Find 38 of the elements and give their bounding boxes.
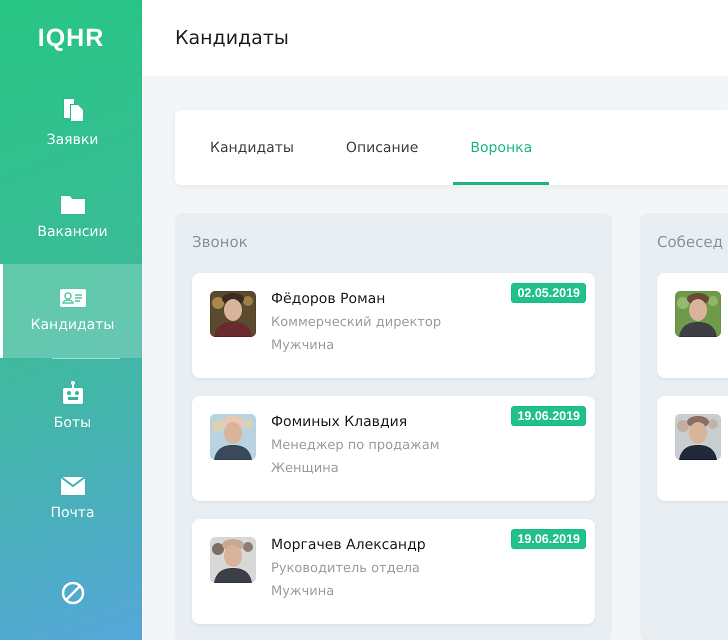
- candidate-position: Коммерческий директор: [271, 315, 442, 330]
- candidate-gender: Женщина: [271, 461, 339, 476]
- documents-icon: [62, 98, 84, 122]
- sidebar-item[interactable]: Вакансии: [0, 170, 142, 264]
- candidate-name: Моргачев Александр: [271, 537, 426, 553]
- sidebar-item[interactable]: Боты: [0, 358, 142, 452]
- candidate-position: Руководитель отдела: [271, 561, 420, 576]
- sidebar-item[interactable]: Заявки: [0, 76, 142, 170]
- sidebar-item[interactable]: Кандидаты: [0, 264, 142, 358]
- sidebar-item-label: Кандидаты: [30, 316, 114, 333]
- date-badge: 19.06.2019: [511, 529, 586, 549]
- column-title: Звонок: [192, 233, 249, 251]
- ban-icon: [60, 581, 84, 606]
- tab[interactable]: Воронка: [453, 110, 550, 185]
- sidebar-item-label: Вакансии: [37, 224, 108, 240]
- envelope-icon: [60, 477, 84, 496]
- logo: IQHR: [36, 22, 106, 54]
- page-title: Кандидаты: [175, 27, 289, 49]
- candidate-gender: Мужчина: [271, 338, 334, 353]
- tab[interactable]: Кандидаты: [193, 110, 311, 185]
- candidate-card[interactable]: Фоминых Клавдия Менеджер по продажам Женщина 19.06.2019: [192, 396, 595, 501]
- date-badge: 02.05.2019: [511, 283, 586, 303]
- column-title: Собесед: [657, 233, 724, 251]
- date-badge: 19.06.2019: [511, 406, 586, 426]
- folder-icon: [60, 194, 84, 214]
- candidate-card[interactable]: Моргачев Александр Руководитель отдела Мужчина 19.06.2019: [192, 519, 595, 624]
- candidate-position: Менеджер по продажам: [271, 438, 440, 453]
- id-card-icon: [60, 288, 86, 307]
- robot-icon: [60, 380, 84, 405]
- candidate-card[interactable]: Фёдоров Роман Коммерческий директор Мужчина 02.05.2019: [192, 273, 595, 378]
- sidebar-item-label: Боты: [54, 414, 92, 431]
- sidebar-item-label: Почта: [50, 505, 95, 522]
- candidate-name: Фёдоров Роман: [271, 291, 386, 307]
- sidebar-item-label: Заявки: [46, 132, 98, 148]
- candidate-gender: Мужчина: [271, 584, 334, 599]
- candidate-name: Фоминых Клавдия: [271, 414, 408, 430]
- sidebar-item[interactable]: Почта: [0, 452, 142, 546]
- tab[interactable]: Описание: [328, 110, 436, 185]
